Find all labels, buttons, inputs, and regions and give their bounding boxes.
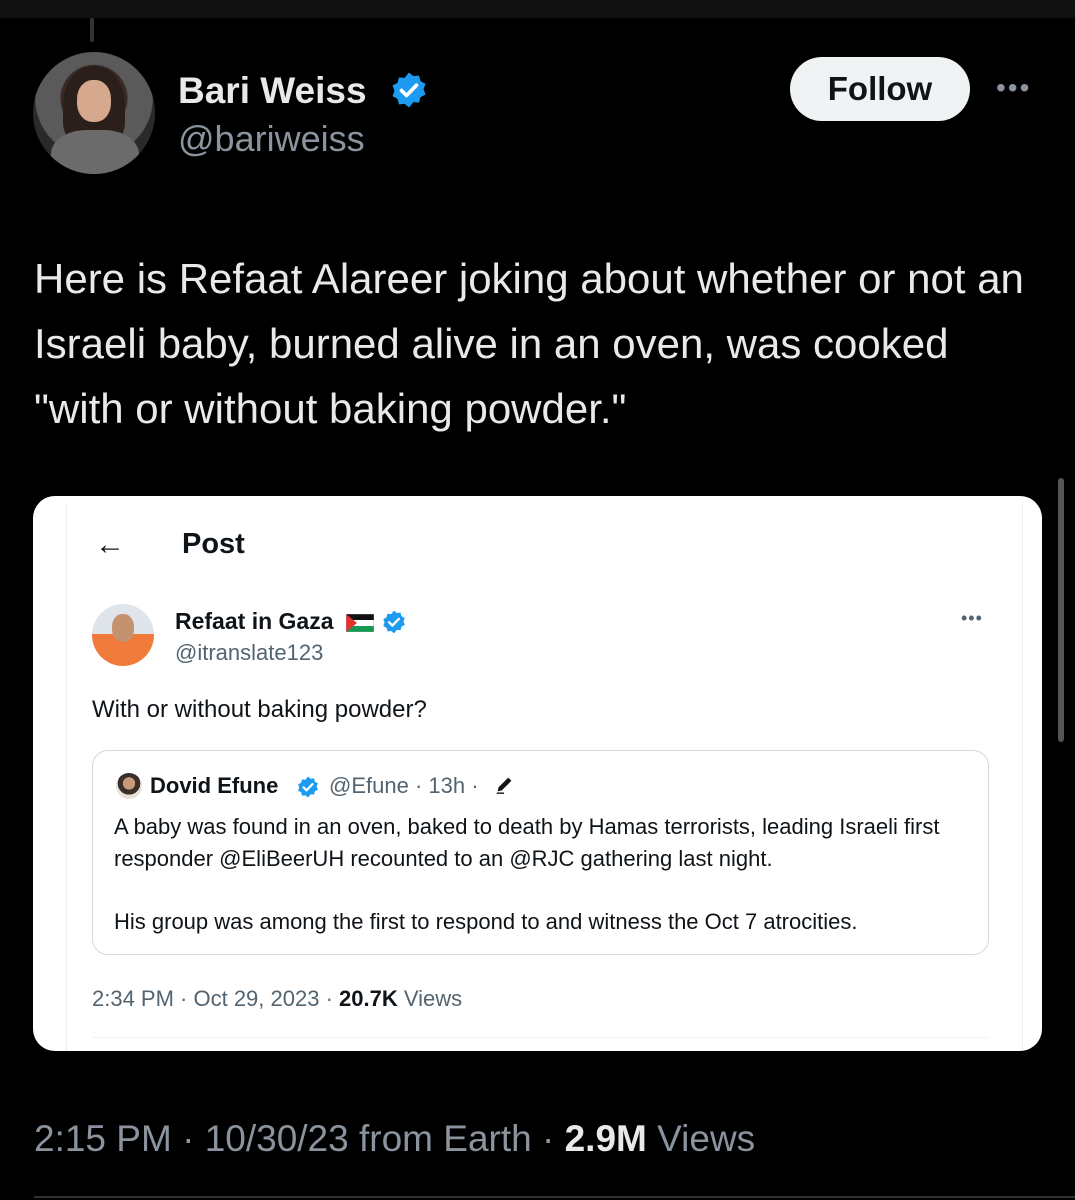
quoted-paragraph-1: A baby was found in an oven, baked to de… bbox=[114, 814, 940, 871]
more-dots-icon[interactable]: ••• bbox=[996, 72, 1031, 104]
embedded-author-name: Refaat in Gaza bbox=[175, 608, 334, 634]
author-handle[interactable]: @bariweiss bbox=[178, 118, 365, 160]
views-label[interactable]: Views bbox=[657, 1118, 755, 1159]
quoted-verified-badge-icon bbox=[298, 776, 318, 798]
embedded-views-count: 20.7K bbox=[339, 986, 398, 1011]
avatar-body bbox=[51, 130, 139, 174]
tweet-time[interactable]: 2:15 PM bbox=[34, 1118, 172, 1159]
embedded-avatar-face bbox=[112, 614, 134, 642]
quoted-avatar bbox=[116, 773, 142, 799]
embedded-post-text: With or without baking powder? bbox=[92, 696, 427, 723]
views-count[interactable]: 2.9M bbox=[565, 1118, 647, 1159]
embedded-page-title: Post bbox=[182, 528, 245, 560]
embedded-verified-badge-icon bbox=[383, 610, 405, 634]
avatar[interactable] bbox=[33, 52, 155, 174]
palestine-flag-icon bbox=[346, 614, 374, 632]
thread-line bbox=[90, 18, 94, 42]
embedded-views-label: Views bbox=[403, 986, 463, 1011]
author-name[interactable]: Bari Weiss bbox=[178, 70, 367, 112]
tweet-date-source: 10/30/23 from Earth bbox=[204, 1118, 532, 1159]
quoted-author-name: Dovid Efune bbox=[150, 773, 279, 798]
embedded-time-date: 2:34 PM · Oct 29, 2023 · bbox=[92, 986, 333, 1011]
tweet-text: Here is Refaat Alareer joking about whet… bbox=[34, 255, 1024, 432]
meta-separator: · bbox=[542, 1118, 555, 1159]
back-arrow-icon: ← bbox=[95, 528, 125, 561]
tweet-meta: 2:15 PM · 10/30/23 from Earth · 2.9M Vie… bbox=[34, 1118, 755, 1160]
scrollbar[interactable] bbox=[1058, 478, 1064, 742]
embedded-author-handle: @itranslate123 bbox=[175, 640, 324, 665]
embedded-post-meta: 2:34 PM · Oct 29, 2023 · 20.7K Views bbox=[92, 986, 462, 1012]
quoted-post: Dovid Efune @Efune · 13h · A baby was fo… bbox=[92, 750, 989, 955]
quoted-handle-time: @Efune · 13h · bbox=[329, 773, 479, 798]
avatar-face bbox=[77, 80, 111, 122]
quoted-paragraph-2: His group was among the first to respond… bbox=[114, 909, 858, 934]
embedded-more-dots-icon: ••• bbox=[961, 608, 983, 628]
top-strip bbox=[0, 0, 1075, 18]
embedded-avatar bbox=[92, 604, 154, 666]
embedded-screenshot[interactable]: ← Post Refaat in Gaza @itranslate123 •••… bbox=[33, 496, 1042, 1051]
embedded-divider bbox=[92, 1037, 989, 1038]
verified-badge-icon bbox=[392, 72, 426, 108]
meta-separator: · bbox=[182, 1118, 195, 1159]
quoted-text: A baby was found in an oven, baked to de… bbox=[114, 811, 974, 938]
pencil-icon bbox=[496, 777, 512, 794]
follow-button[interactable]: Follow bbox=[790, 57, 970, 121]
bottom-divider bbox=[34, 1196, 1075, 1198]
